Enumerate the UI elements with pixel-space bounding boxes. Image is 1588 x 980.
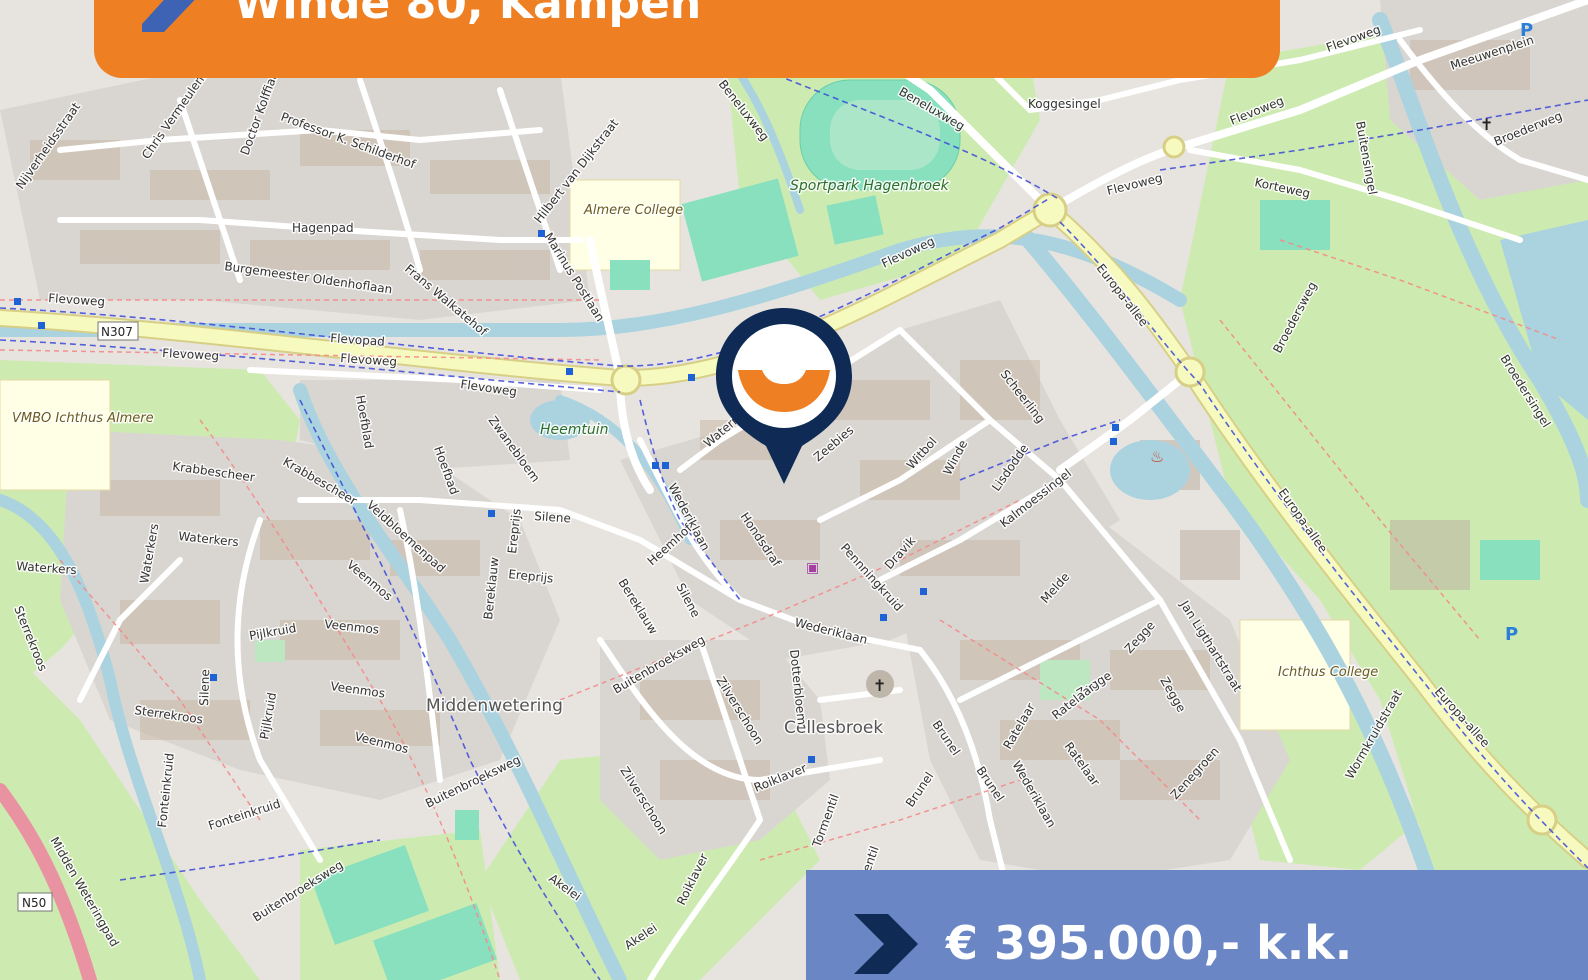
shop-icon: ▣ xyxy=(806,560,819,576)
svg-text:N307: N307 xyxy=(101,325,133,339)
route-shield-n50: N50 xyxy=(17,892,53,912)
svg-text:Silene: Silene xyxy=(197,669,212,706)
svg-text:✝: ✝ xyxy=(1480,115,1493,134)
poi-label-vmbo-ichthus: VMBO Ichthus Almere xyxy=(12,411,154,426)
route-shield-n307: N307 xyxy=(97,321,139,341)
svg-text:P: P xyxy=(1520,20,1533,41)
price-banner: € 395.000,- k.k. xyxy=(806,870,1588,980)
svg-text:P: P xyxy=(1505,624,1518,645)
area-label-middenwetering: Middenwetering xyxy=(426,696,563,716)
svg-text:Silene: Silene xyxy=(534,509,572,526)
chevron-right-icon xyxy=(142,0,195,32)
svg-text:Koggesingel: Koggesingel xyxy=(1028,97,1101,111)
address-banner: Winde 80, Kampen xyxy=(94,0,1280,78)
svg-text:▣: ▣ xyxy=(806,560,819,576)
property-price: € 395.000,- k.k. xyxy=(946,916,1353,970)
svg-text:N50: N50 xyxy=(22,896,46,910)
chevron-right-icon xyxy=(854,914,918,974)
poi-label-sportpark: Sportpark Hagenbroek xyxy=(790,178,950,194)
poi-label-ichthus-college: Ichthus College xyxy=(1278,665,1378,680)
church-icon: ✝ xyxy=(1480,115,1493,134)
map[interactable]: Middenwetering Cellesbroek Almere Colleg… xyxy=(0,0,1588,980)
svg-text:Flevoweg: Flevoweg xyxy=(162,346,220,363)
fire-station-icon: ♨ xyxy=(1150,447,1164,466)
poi-label-heemtuin: Heemtuin xyxy=(540,422,609,438)
church-icon: ✝ xyxy=(866,670,894,698)
svg-text:✝: ✝ xyxy=(873,676,886,695)
poi-label-almere-college: Almere College xyxy=(583,203,683,218)
svg-text:Hagenpad: Hagenpad xyxy=(292,221,354,235)
property-address: Winde 80, Kampen xyxy=(234,0,702,29)
location-pin-icon[interactable] xyxy=(716,308,852,488)
svg-text:♨: ♨ xyxy=(1150,447,1164,466)
